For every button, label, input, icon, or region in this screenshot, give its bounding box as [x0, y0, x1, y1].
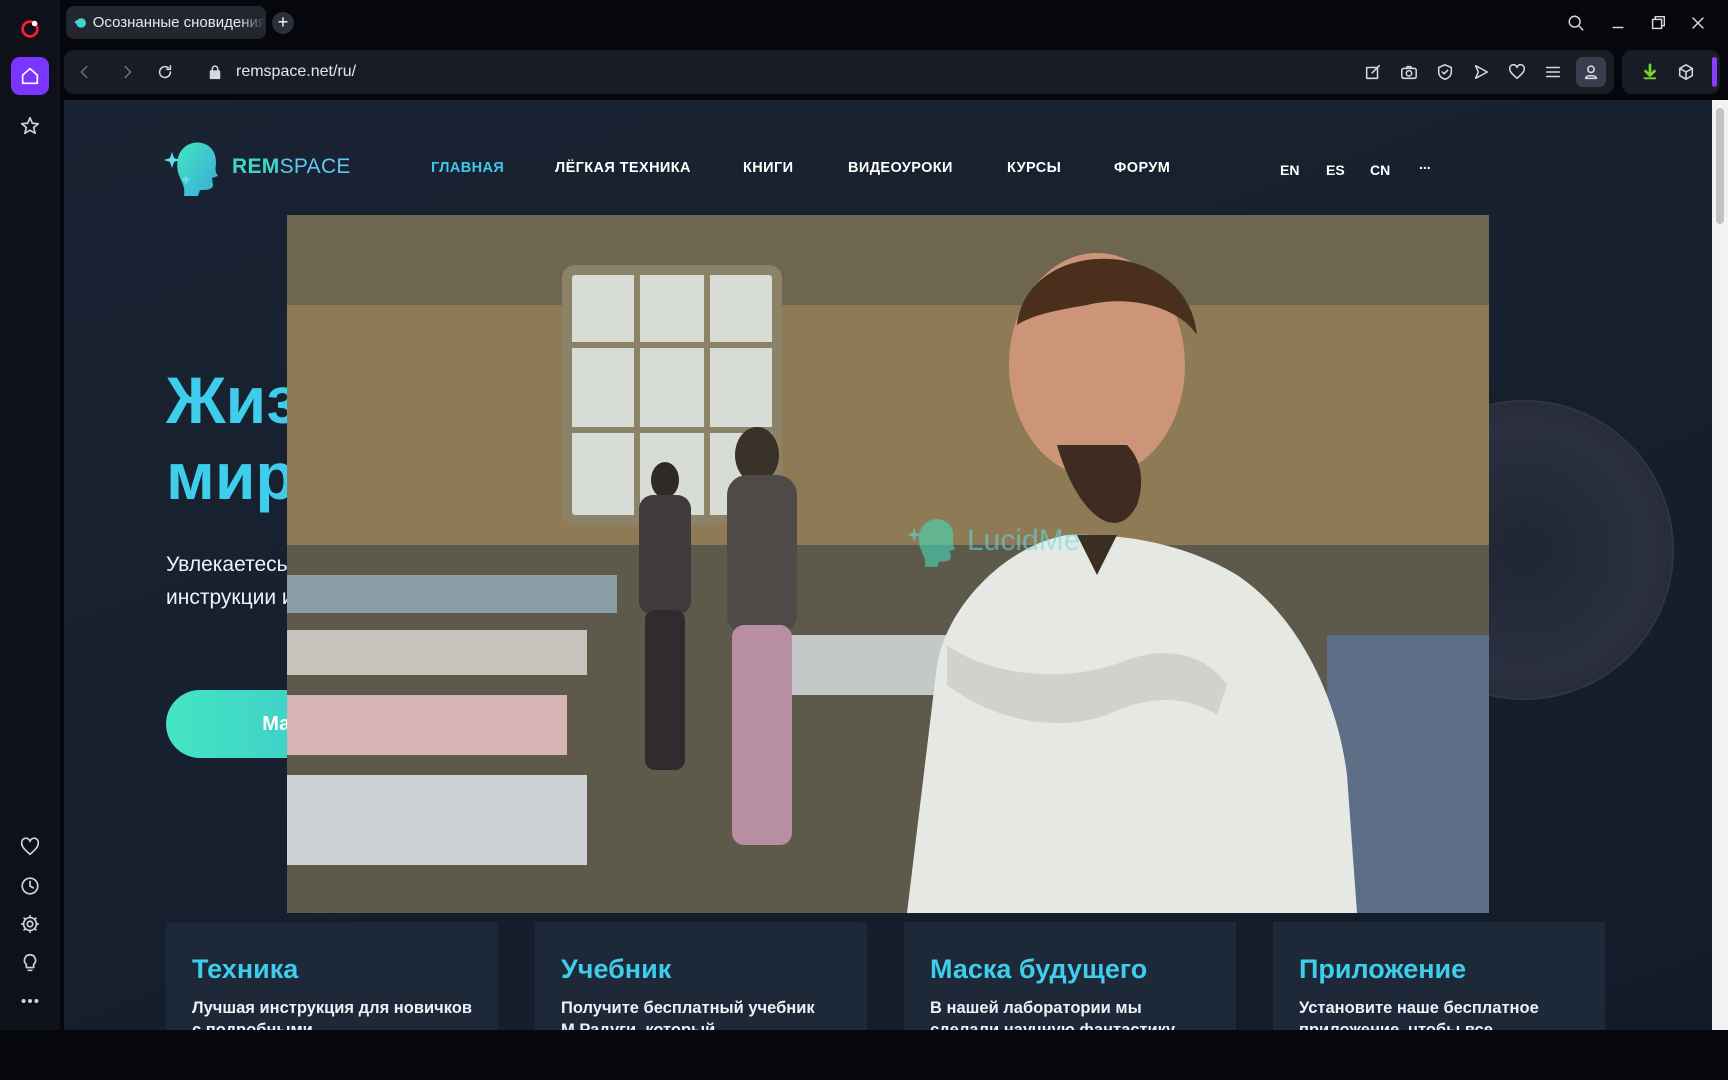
- site-logo[interactable]: REMSPACE: [164, 138, 351, 196]
- card-text: Лучшая инструкция для новичков с подробн…: [192, 999, 472, 1030]
- tab-fade: [240, 6, 266, 39]
- home-icon[interactable]: [11, 57, 49, 95]
- tab-active[interactable]: Осознанные сновидения: [66, 6, 266, 39]
- card-text: Получите бесплатный учебник М.Радуги, ко…: [561, 999, 815, 1030]
- logo-text: REMSPACE: [232, 155, 351, 178]
- nav-video-lessons[interactable]: ВИДЕОУРОКИ: [848, 160, 953, 176]
- card-mask-future[interactable]: Маска будущего В нашей лаборатории мы сд…: [904, 922, 1236, 1030]
- forward-icon[interactable]: [116, 61, 138, 83]
- opera-logo-icon[interactable]: [11, 10, 49, 48]
- accent-indicator: [1712, 57, 1717, 87]
- close-icon[interactable]: [1685, 10, 1711, 36]
- camera-icon[interactable]: [1398, 61, 1420, 83]
- nav-easy-technique[interactable]: ЛЁГКАЯ ТЕХНИКА: [555, 160, 691, 176]
- nav-courses[interactable]: КУРСЫ: [1007, 160, 1061, 176]
- card-app[interactable]: Приложение Установите наше бесплатное пр…: [1273, 922, 1605, 1030]
- shield-icon[interactable]: [1434, 61, 1456, 83]
- lang-es[interactable]: ES: [1326, 162, 1345, 178]
- more-icon[interactable]: [11, 982, 49, 1020]
- remspace-logo-icon: [164, 142, 218, 196]
- profile-icon[interactable]: [1576, 57, 1606, 87]
- back-icon[interactable]: [74, 61, 96, 83]
- overlay-photo: LucidMe: [287, 215, 1489, 913]
- card-title: Маска будущего: [930, 954, 1148, 984]
- lock-icon: [204, 61, 226, 83]
- browser-sidebar: [0, 0, 60, 1030]
- easy-setup-icon[interactable]: [1542, 61, 1564, 83]
- tab-bar: Осознанные сновидения +: [60, 0, 1728, 46]
- restore-icon[interactable]: [1645, 10, 1671, 36]
- minimize-icon[interactable]: [1605, 10, 1631, 36]
- lang-en[interactable]: EN: [1280, 162, 1299, 178]
- nav-books[interactable]: КНИГИ: [743, 160, 793, 176]
- new-tab-button[interactable]: +: [272, 12, 294, 34]
- edit-icon[interactable]: [1362, 61, 1384, 83]
- search-icon[interactable]: [1563, 10, 1589, 36]
- card-title: Техника: [192, 954, 299, 984]
- watermark-text: LucidMe: [967, 524, 1081, 557]
- page-scrollbar[interactable]: [1712, 100, 1728, 1030]
- ward-scene-image: [287, 215, 1489, 913]
- card-title: Приложение: [1299, 954, 1467, 984]
- lang-cn[interactable]: CN: [1370, 162, 1390, 178]
- bookmark-heart-icon[interactable]: [1506, 61, 1528, 83]
- download-extension-icon[interactable]: [1639, 61, 1661, 83]
- nav-forum[interactable]: ФОРУМ: [1114, 160, 1170, 176]
- feature-cards: Техника Лучшая инструкция для новичков с…: [166, 922, 1606, 1030]
- lucidme-logo-icon: [907, 519, 956, 567]
- web-page: REMSPACE ГЛАВНАЯ ЛЁГКАЯ ТЕХНИКА КНИГИ ВИ…: [64, 100, 1712, 1030]
- heart-icon[interactable]: [11, 828, 49, 866]
- extensions-bar: [1622, 50, 1720, 94]
- card-technique[interactable]: Техника Лучшая инструкция для новичков с…: [166, 922, 498, 1030]
- card-text: Установите наше бесплатное приложение, ч…: [1299, 999, 1539, 1030]
- extensions-cube-icon[interactable]: [1675, 61, 1697, 83]
- card-textbook[interactable]: Учебник Получите бесплатный учебник М.Ра…: [535, 922, 867, 1030]
- settings-icon[interactable]: [11, 905, 49, 943]
- lightbulb-icon[interactable]: [11, 944, 49, 982]
- reload-icon[interactable]: [154, 61, 176, 83]
- lang-more[interactable]: ...: [1419, 156, 1431, 172]
- card-text: В нашей лаборатории мы сделали научную ф…: [930, 999, 1176, 1030]
- card-title: Учебник: [561, 954, 672, 984]
- flow-icon[interactable]: [1470, 61, 1492, 83]
- scrollbar-thumb[interactable]: [1716, 108, 1724, 224]
- address-bar: remspace.net/ru/: [64, 50, 1614, 94]
- url-field[interactable]: remspace.net/ru/: [236, 63, 356, 81]
- site-favicon-icon: [74, 17, 86, 28]
- watermark: LucidMe: [907, 515, 1080, 567]
- nav-home[interactable]: ГЛАВНАЯ: [431, 160, 504, 176]
- history-icon[interactable]: [11, 867, 49, 905]
- star-icon[interactable]: [11, 107, 49, 145]
